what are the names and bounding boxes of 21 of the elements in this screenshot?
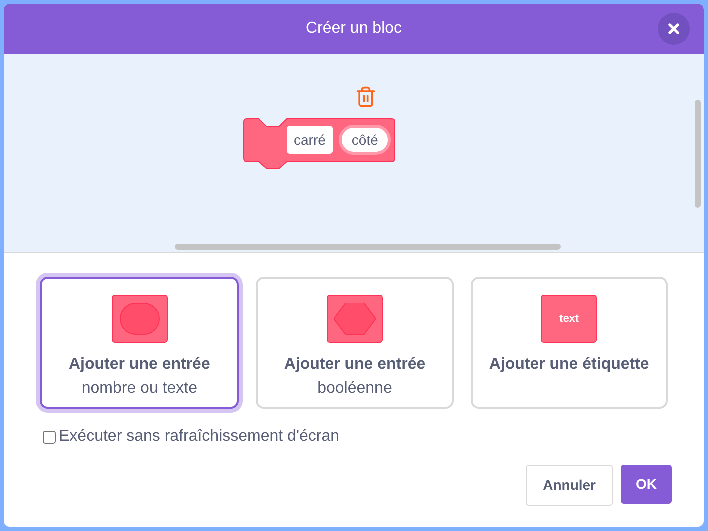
block-label-field[interactable]: carré — [287, 126, 333, 154]
option-subtitle: booléenne — [318, 379, 392, 399]
cancel-button[interactable]: Annuler — [526, 465, 613, 506]
label-icon: text — [541, 295, 598, 343]
close-button[interactable] — [658, 13, 690, 45]
add-option-card[interactable]: Ajouter une entrée booléenne — [256, 277, 454, 409]
add-option-card[interactable]: text Ajouter une étiquette — [470, 277, 668, 409]
run-without-refresh-checkbox[interactable] — [43, 430, 56, 444]
option-subtitle: nombre ou texte — [82, 379, 198, 399]
delete-icon[interactable] — [355, 86, 377, 108]
horizontal-scrollbar[interactable] — [175, 244, 561, 250]
close-icon — [666, 21, 682, 37]
option-title: Ajouter une entrée — [284, 355, 426, 375]
ok-button[interactable]: OK — [621, 465, 672, 504]
dialog-title: Créer un bloc — [306, 19, 402, 39]
option-title: Ajouter une étiquette — [489, 355, 650, 375]
checkbox-label: Exécuter sans rafraîchissement d'écran — [59, 427, 340, 447]
hexagon-input-icon — [326, 295, 383, 343]
round-input-icon — [112, 295, 168, 343]
option-title: Ajouter une entrée — [68, 355, 210, 375]
vertical-scrollbar[interactable] — [695, 100, 701, 208]
